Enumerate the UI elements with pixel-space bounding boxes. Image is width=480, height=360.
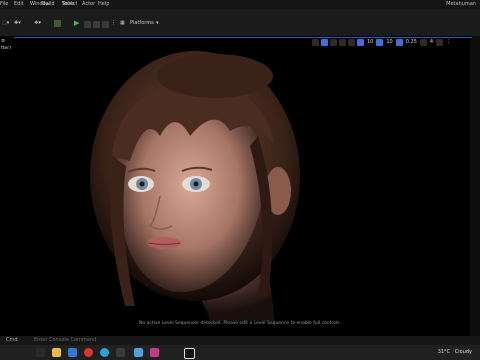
console-input[interactable]: Enter Console Command xyxy=(34,336,96,345)
menu-select[interactable]: Select xyxy=(62,0,77,9)
edge-icon[interactable] xyxy=(68,348,77,357)
scale-snap-value[interactable]: 0.25 xyxy=(405,39,418,45)
menu-actor[interactable]: Actor xyxy=(82,0,95,9)
camera-speed-value[interactable]: 4 xyxy=(429,39,434,45)
console-bar: Cmd Enter Console Command xyxy=(0,336,480,345)
photos-icon[interactable] xyxy=(134,348,143,357)
chrome-icon[interactable] xyxy=(100,348,109,357)
eject-button[interactable] xyxy=(102,21,109,28)
play-button[interactable]: ▶ xyxy=(74,19,79,28)
layout-menu-icon[interactable]: ⋮ xyxy=(445,39,452,45)
viewport-status-message: No active Level Sequencer detected. Plea… xyxy=(139,321,341,326)
play-options-icon[interactable]: ⋮ xyxy=(111,19,116,28)
grid-size-value[interactable]: 10 xyxy=(366,39,374,45)
store-icon[interactable] xyxy=(116,348,125,357)
project-name: Metahuman xyxy=(446,1,476,7)
task-view-icon[interactable] xyxy=(36,348,45,357)
viewport-right-gutter xyxy=(470,36,480,336)
level-viewport[interactable] xyxy=(0,36,480,344)
file-explorer-icon[interactable] xyxy=(52,348,61,357)
weather-text: Cloudy xyxy=(454,349,472,355)
scale-snap-icon[interactable] xyxy=(395,38,403,46)
unreal-engine-icon[interactable] xyxy=(184,348,195,359)
opera-icon[interactable] xyxy=(84,348,93,357)
platforms-button[interactable]: Platforms xyxy=(130,19,154,28)
app-icon[interactable] xyxy=(150,348,159,357)
maximize-viewport-icon[interactable] xyxy=(436,38,444,46)
viewport-tab-label: tter) xyxy=(1,46,11,51)
stop-button[interactable] xyxy=(93,21,100,28)
menu-help[interactable]: Help xyxy=(98,0,109,9)
select-mode-icon[interactable]: ⬚▾ xyxy=(2,19,9,28)
viewport-toolbar: 10 10 0.25 4 ⋮ xyxy=(312,38,452,46)
platforms-icon: ▦ xyxy=(120,20,125,26)
cmd-label[interactable]: Cmd xyxy=(6,336,18,345)
translate-tool-icon[interactable] xyxy=(321,38,328,46)
angle-snap-icon[interactable] xyxy=(376,38,384,46)
rotate-tool-icon[interactable] xyxy=(330,38,337,46)
menu-build[interactable]: Build xyxy=(42,0,55,9)
temperature-text: 31°C xyxy=(437,349,451,355)
world-space-icon[interactable] xyxy=(348,38,355,46)
platforms-chevron-icon[interactable]: ▾ xyxy=(156,19,159,28)
system-tray: 31°C Cloudy xyxy=(435,349,472,355)
scale-tool-icon[interactable] xyxy=(339,38,346,46)
grid-snap-icon[interactable] xyxy=(357,38,364,46)
step-button[interactable] xyxy=(84,21,91,28)
cinematics-icon[interactable] xyxy=(54,20,61,27)
menu-bar: File Edit Window Tools Build Select Acto… xyxy=(0,0,480,9)
add-content-icon[interactable]: ✚▾ xyxy=(14,19,21,28)
angle-snap-value[interactable]: 10 xyxy=(385,39,393,45)
blueprint-icon[interactable]: ❖▾ xyxy=(34,19,41,28)
select-tool-icon[interactable] xyxy=(312,38,319,46)
camera-speed-icon[interactable] xyxy=(419,38,427,46)
character-render xyxy=(90,51,300,321)
main-toolbar xyxy=(0,9,480,37)
menu-file[interactable]: File xyxy=(0,0,8,9)
menu-edit[interactable]: Edit xyxy=(14,0,24,9)
